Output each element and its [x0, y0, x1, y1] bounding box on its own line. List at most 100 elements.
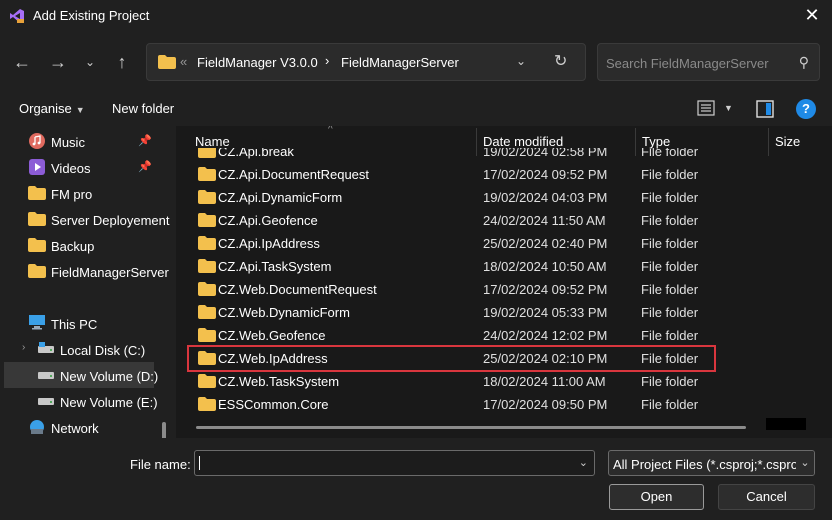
- file-type: File folder: [641, 236, 699, 251]
- pc-icon: [29, 315, 45, 330]
- sort-ascending-icon: ^: [328, 126, 333, 135]
- file-date: 25/02/2024 02:10 PM: [483, 351, 608, 366]
- file-type: File folder: [641, 351, 699, 366]
- file-name: CZ.Web.Geofence: [218, 328, 326, 343]
- folder-icon: [28, 264, 46, 278]
- drive-icon: [38, 342, 54, 353]
- file-name: CZ.Api.DynamicForm: [218, 190, 343, 205]
- search-box[interactable]: ⚲: [597, 43, 820, 81]
- nav-item-label: New Volume (D:): [60, 369, 159, 384]
- file-date: 17/02/2024 09:52 PM: [483, 282, 608, 297]
- recent-locations-chevron-icon[interactable]: ⌄: [78, 50, 102, 74]
- open-button[interactable]: Open: [609, 484, 704, 510]
- column-header-size[interactable]: Size: [775, 134, 800, 149]
- nav-item-network[interactable]: Network: [0, 414, 160, 438]
- pin-icon[interactable]: 📌: [138, 160, 152, 173]
- table-row[interactable]: CZ.Api.IpAddress 25/02/2024 02:40 PM Fil…: [186, 232, 726, 255]
- nav-item-backup[interactable]: Backup: [0, 232, 160, 258]
- table-row[interactable]: CZ.Api.DynamicForm 19/02/2024 04:03 PM F…: [186, 186, 726, 209]
- window-title: Add Existing Project: [33, 8, 150, 23]
- organise-menu[interactable]: Organise ▼: [19, 101, 85, 116]
- file-type: File folder: [641, 305, 699, 320]
- chevron-down-icon: ▼: [75, 105, 85, 115]
- help-icon[interactable]: ?: [796, 99, 816, 119]
- nav-item-fieldmanagerserver[interactable]: FieldManagerServer: [0, 258, 169, 284]
- file-name: CZ.Web.TaskSystem: [218, 374, 340, 389]
- nav-item-fm-pro[interactable]: FM pro: [0, 180, 160, 206]
- navigation-pane: Music 📌 Videos 📌 FM pro Server Deployeme…: [0, 126, 170, 438]
- up-arrow-icon[interactable]: ↑: [110, 50, 134, 74]
- column-header-type[interactable]: Type: [642, 134, 670, 149]
- address-bar[interactable]: « FieldManager V3.0.0 › FieldManagerServ…: [146, 43, 586, 81]
- breadcrumb-fieldmanagerserver[interactable]: FieldManagerServer: [341, 55, 459, 70]
- breadcrumb-separator[interactable]: ›: [325, 53, 329, 68]
- folder-icon: [198, 282, 216, 296]
- close-icon[interactable]: ✕: [802, 5, 822, 25]
- nav-item-local-disk-c[interactable]: › Local Disk (C:): [0, 336, 160, 362]
- overflow-breadcrumb[interactable]: «: [180, 54, 187, 69]
- table-row[interactable]: CZ.Api.break 19/02/2024 02:58 PM File fo…: [186, 148, 726, 163]
- nav-item-server-deployement[interactable]: Server Deployement: [0, 206, 170, 232]
- file-date: 18/02/2024 10:50 AM: [483, 259, 607, 274]
- table-row[interactable]: CZ.Api.Geofence 24/02/2024 11:50 AM File…: [186, 209, 726, 232]
- file-date: 25/02/2024 02:40 PM: [483, 236, 608, 251]
- pin-icon[interactable]: 📌: [138, 134, 152, 147]
- table-row[interactable]: CZ.Web.DocumentRequest 17/02/2024 09:52 …: [186, 278, 726, 301]
- videos-icon: [29, 159, 45, 175]
- folder-icon: [198, 397, 216, 411]
- file-date: 19/02/2024 02:58 PM: [483, 148, 608, 159]
- table-row[interactable]: CZ.Web.DynamicForm 19/02/2024 05:33 PM F…: [186, 301, 726, 324]
- chevron-down-icon[interactable]: ⌄: [796, 451, 814, 475]
- table-row[interactable]: CZ.Api.DocumentRequest 17/02/2024 09:52 …: [186, 163, 726, 186]
- file-date: 18/02/2024 11:00 AM: [483, 374, 606, 389]
- search-icon[interactable]: ⚲: [799, 54, 809, 71]
- scrollbar-corner: [766, 418, 806, 430]
- footer: File name: ⌄ All Project Files (*.csproj…: [0, 438, 832, 520]
- nav-item-videos[interactable]: Videos 📌: [0, 154, 160, 180]
- nav-item-music[interactable]: Music 📌: [0, 128, 160, 154]
- address-history-chevron-icon[interactable]: ⌄: [516, 54, 526, 68]
- nav-item-label: New Volume (E:): [60, 395, 158, 410]
- file-date: 19/02/2024 05:33 PM: [483, 305, 608, 320]
- file-type: File folder: [641, 167, 699, 182]
- table-row[interactable]: ESSCommon.Core 17/02/2024 09:50 PM File …: [186, 393, 726, 416]
- nav-scrollbar[interactable]: [162, 422, 166, 438]
- nav-item-this-pc[interactable]: This PC: [0, 310, 160, 336]
- network-icon: [30, 420, 44, 434]
- new-folder-button[interactable]: New folder: [112, 101, 174, 116]
- chevron-right-icon[interactable]: ›: [22, 342, 25, 353]
- breadcrumb-fieldmanager[interactable]: FieldManager V3.0.0: [197, 55, 318, 70]
- folder-icon: [198, 259, 216, 273]
- folder-icon: [28, 238, 46, 252]
- search-input[interactable]: [606, 53, 786, 73]
- music-icon: [29, 133, 45, 149]
- file-type: File folder: [641, 397, 699, 412]
- drive-icon: [38, 398, 54, 405]
- column-header-name[interactable]: Name: [195, 134, 230, 149]
- column-header-date-modified[interactable]: Date modified: [483, 134, 563, 149]
- view-options-chevron-icon[interactable]: ▼: [724, 103, 733, 113]
- horizontal-scrollbar[interactable]: [196, 426, 746, 429]
- folder-icon: [198, 190, 216, 204]
- cancel-button[interactable]: Cancel: [718, 484, 815, 510]
- file-type-filter[interactable]: All Project Files (*.csproj;*.csproj ⌄: [608, 450, 815, 476]
- preview-pane-icon[interactable]: [756, 100, 774, 118]
- file-name-input[interactable]: ⌄: [194, 450, 595, 476]
- table-row[interactable]: CZ.Api.TaskSystem 18/02/2024 10:50 AM Fi…: [186, 255, 726, 278]
- file-type: File folder: [641, 328, 699, 343]
- file-type: File folder: [641, 259, 699, 274]
- nav-item-new-volume-d[interactable]: New Volume (D:): [4, 362, 158, 388]
- nav-item-label: Backup: [51, 239, 95, 254]
- table-row[interactable]: CZ.Web.TaskSystem 18/02/2024 11:00 AM Fi…: [186, 370, 726, 393]
- file-name: CZ.Api.break: [218, 148, 294, 159]
- file-date: 17/02/2024 09:52 PM: [483, 167, 608, 182]
- forward-arrow-icon[interactable]: →: [46, 50, 70, 74]
- back-arrow-icon[interactable]: ←: [10, 50, 34, 74]
- table-row-highlighted[interactable]: CZ.Web.IpAddress 25/02/2024 02:10 PM Fil…: [187, 345, 716, 372]
- nav-item-new-volume-e[interactable]: New Volume (E:): [0, 388, 160, 414]
- chevron-down-icon[interactable]: ⌄: [579, 456, 588, 469]
- view-list-icon[interactable]: [697, 100, 715, 116]
- file-name: CZ.Web.DocumentRequest: [218, 282, 377, 297]
- table-row[interactable]: CZ.Web.Geofence 24/02/2024 12:02 PM File…: [186, 324, 726, 347]
- refresh-icon[interactable]: ↻: [554, 51, 567, 71]
